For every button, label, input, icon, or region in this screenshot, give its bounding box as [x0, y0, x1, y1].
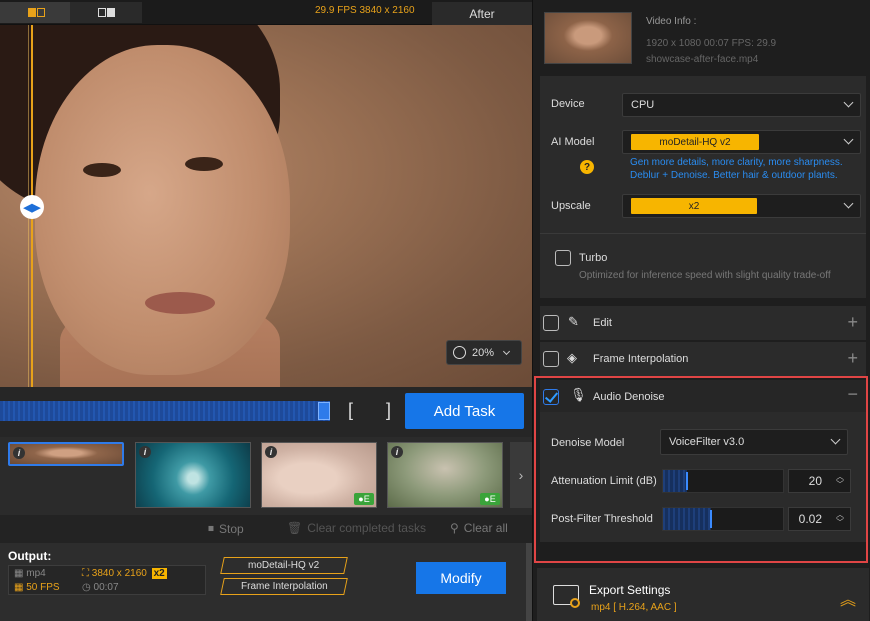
chevron-right-icon: › — [518, 467, 524, 483]
preview-image-face — [35, 45, 290, 375]
broom-icon: ⚲ — [450, 521, 459, 535]
output-fps: ▦ 50 FPS — [14, 582, 60, 593]
audio-denoise-highlight — [534, 376, 868, 563]
film-icon: ▦ — [14, 568, 24, 579]
ai-model-description: Gen more details, more clarity, more sha… — [630, 157, 843, 181]
chevron-double-up-icon[interactable]: ︽ — [840, 586, 856, 610]
enhanced-badge: ● E — [480, 493, 500, 505]
export-settings-panel[interactable] — [537, 568, 869, 621]
expand-icon[interactable]: + — [847, 313, 858, 331]
turbo-checkbox[interactable] — [555, 250, 571, 266]
thumbnail-item[interactable]: i — [135, 442, 251, 508]
device-label: Device — [551, 98, 585, 110]
frames-icon: ◈ — [567, 350, 577, 365]
zoom-control[interactable]: 20% — [446, 340, 522, 365]
info-icon[interactable]: i — [265, 446, 277, 458]
thumbnail-next-button[interactable]: › — [510, 442, 532, 508]
ai-model-select[interactable]: moDetail-HQ v2 — [622, 130, 861, 154]
section-edit[interactable]: + — [540, 306, 866, 340]
output-resolution: ⛶ 3840 x 2160 x2 — [82, 568, 167, 579]
preview-eye-left — [83, 163, 121, 177]
output-format: ▦ mp4 — [14, 568, 46, 579]
zoom-icon — [453, 346, 466, 359]
stop-icon: ⏹ — [208, 521, 215, 535]
output-chip-interpolation: Frame Interpolation — [220, 578, 348, 595]
video-info-filename: showcase-after-face.mp4 — [646, 54, 759, 65]
clear-completed-button[interactable]: 🗑 Clear completed tasks — [287, 521, 426, 535]
enhanced-badge: ● E — [354, 493, 374, 505]
info-icon[interactable]: i — [391, 446, 403, 458]
view-mode-split-button[interactable] — [0, 2, 72, 23]
chevron-down-icon — [502, 347, 511, 355]
chevron-down-icon — [843, 97, 854, 108]
info-icon[interactable]: i — [13, 447, 25, 459]
section-edit-label: Edit — [593, 317, 612, 329]
device-select[interactable]: CPU — [622, 93, 861, 117]
export-settings-title: Export Settings — [589, 583, 671, 597]
edit-checkbox[interactable] — [543, 315, 559, 331]
modify-button[interactable]: Modify — [416, 562, 506, 594]
split-drag-handle[interactable]: ◀▶ — [20, 195, 44, 219]
resolution-icon: ⛶ — [82, 568, 89, 579]
edit-icon: ✎ — [568, 314, 579, 329]
turbo-label: Turbo — [579, 252, 608, 264]
trash-icon: 🗑 — [287, 521, 303, 535]
ai-model-label: AI Model — [551, 136, 595, 148]
chevron-down-icon — [843, 198, 854, 209]
preview-lips — [145, 292, 215, 314]
output-chip-model: moDetail-HQ v2 — [220, 557, 348, 574]
section-frame-interpolation[interactable]: + — [540, 342, 866, 376]
after-tab[interactable]: After — [432, 2, 532, 25]
clock-icon: ◷ — [82, 582, 91, 593]
trim-brackets[interactable]: [ ] — [348, 400, 405, 421]
video-info-title: Video Info : — [646, 16, 697, 27]
output-title: Output: — [8, 549, 52, 563]
video-info-meta: 1920 x 1080 00:07 FPS: 29.9 — [646, 38, 777, 49]
side-by-side-icon — [97, 8, 115, 17]
info-icon[interactable]: i — [139, 446, 151, 458]
split-view-icon — [27, 8, 45, 17]
ai-model-value: moDetail-HQ v2 — [631, 134, 759, 150]
preview-eye-right — [185, 157, 223, 171]
export-settings-summary: mp4 [ H.264, AAC ] — [591, 602, 677, 613]
divider — [540, 233, 866, 234]
output-duration: ◷ 00:07 — [82, 582, 119, 593]
help-icon[interactable]: ? — [580, 160, 594, 174]
section-frame-interpolation-label: Frame Interpolation — [593, 353, 689, 365]
clear-all-button[interactable]: ⚲ Clear all — [450, 521, 508, 535]
scrubber-handle[interactable] — [318, 402, 330, 420]
timeline-scrubber[interactable] — [0, 401, 330, 421]
film-icon: ▦ — [14, 582, 24, 593]
zoom-value: 20% — [472, 346, 495, 359]
frame-interpolation-checkbox[interactable] — [543, 351, 559, 367]
chevron-down-icon — [843, 134, 854, 145]
view-mode-side-by-side-button[interactable] — [70, 2, 142, 23]
turbo-description: Optimized for inference speed with sligh… — [579, 270, 831, 281]
add-task-button[interactable]: Add Task — [405, 393, 524, 429]
gear-icon — [570, 598, 580, 608]
split-arrows-icon: ◀▶ — [23, 201, 41, 214]
video-preview[interactable] — [0, 25, 532, 387]
fps-resolution-readout: 29.9 FPS 3840 x 2160 — [315, 5, 415, 16]
thumbnail-item[interactable]: i ● E — [261, 442, 377, 508]
upscale-value: x2 — [631, 198, 757, 214]
stop-button[interactable]: ⏹ Stop — [208, 521, 244, 536]
upscale-label: Upscale — [551, 200, 591, 212]
thumbnail-item[interactable]: i — [8, 442, 124, 466]
upscale-select[interactable]: x2 — [622, 194, 861, 218]
thumbnail-item[interactable]: i ● E — [387, 442, 503, 508]
scale-badge: x2 — [151, 568, 167, 579]
video-info-thumbnail — [544, 12, 632, 64]
expand-icon[interactable]: + — [847, 349, 858, 367]
